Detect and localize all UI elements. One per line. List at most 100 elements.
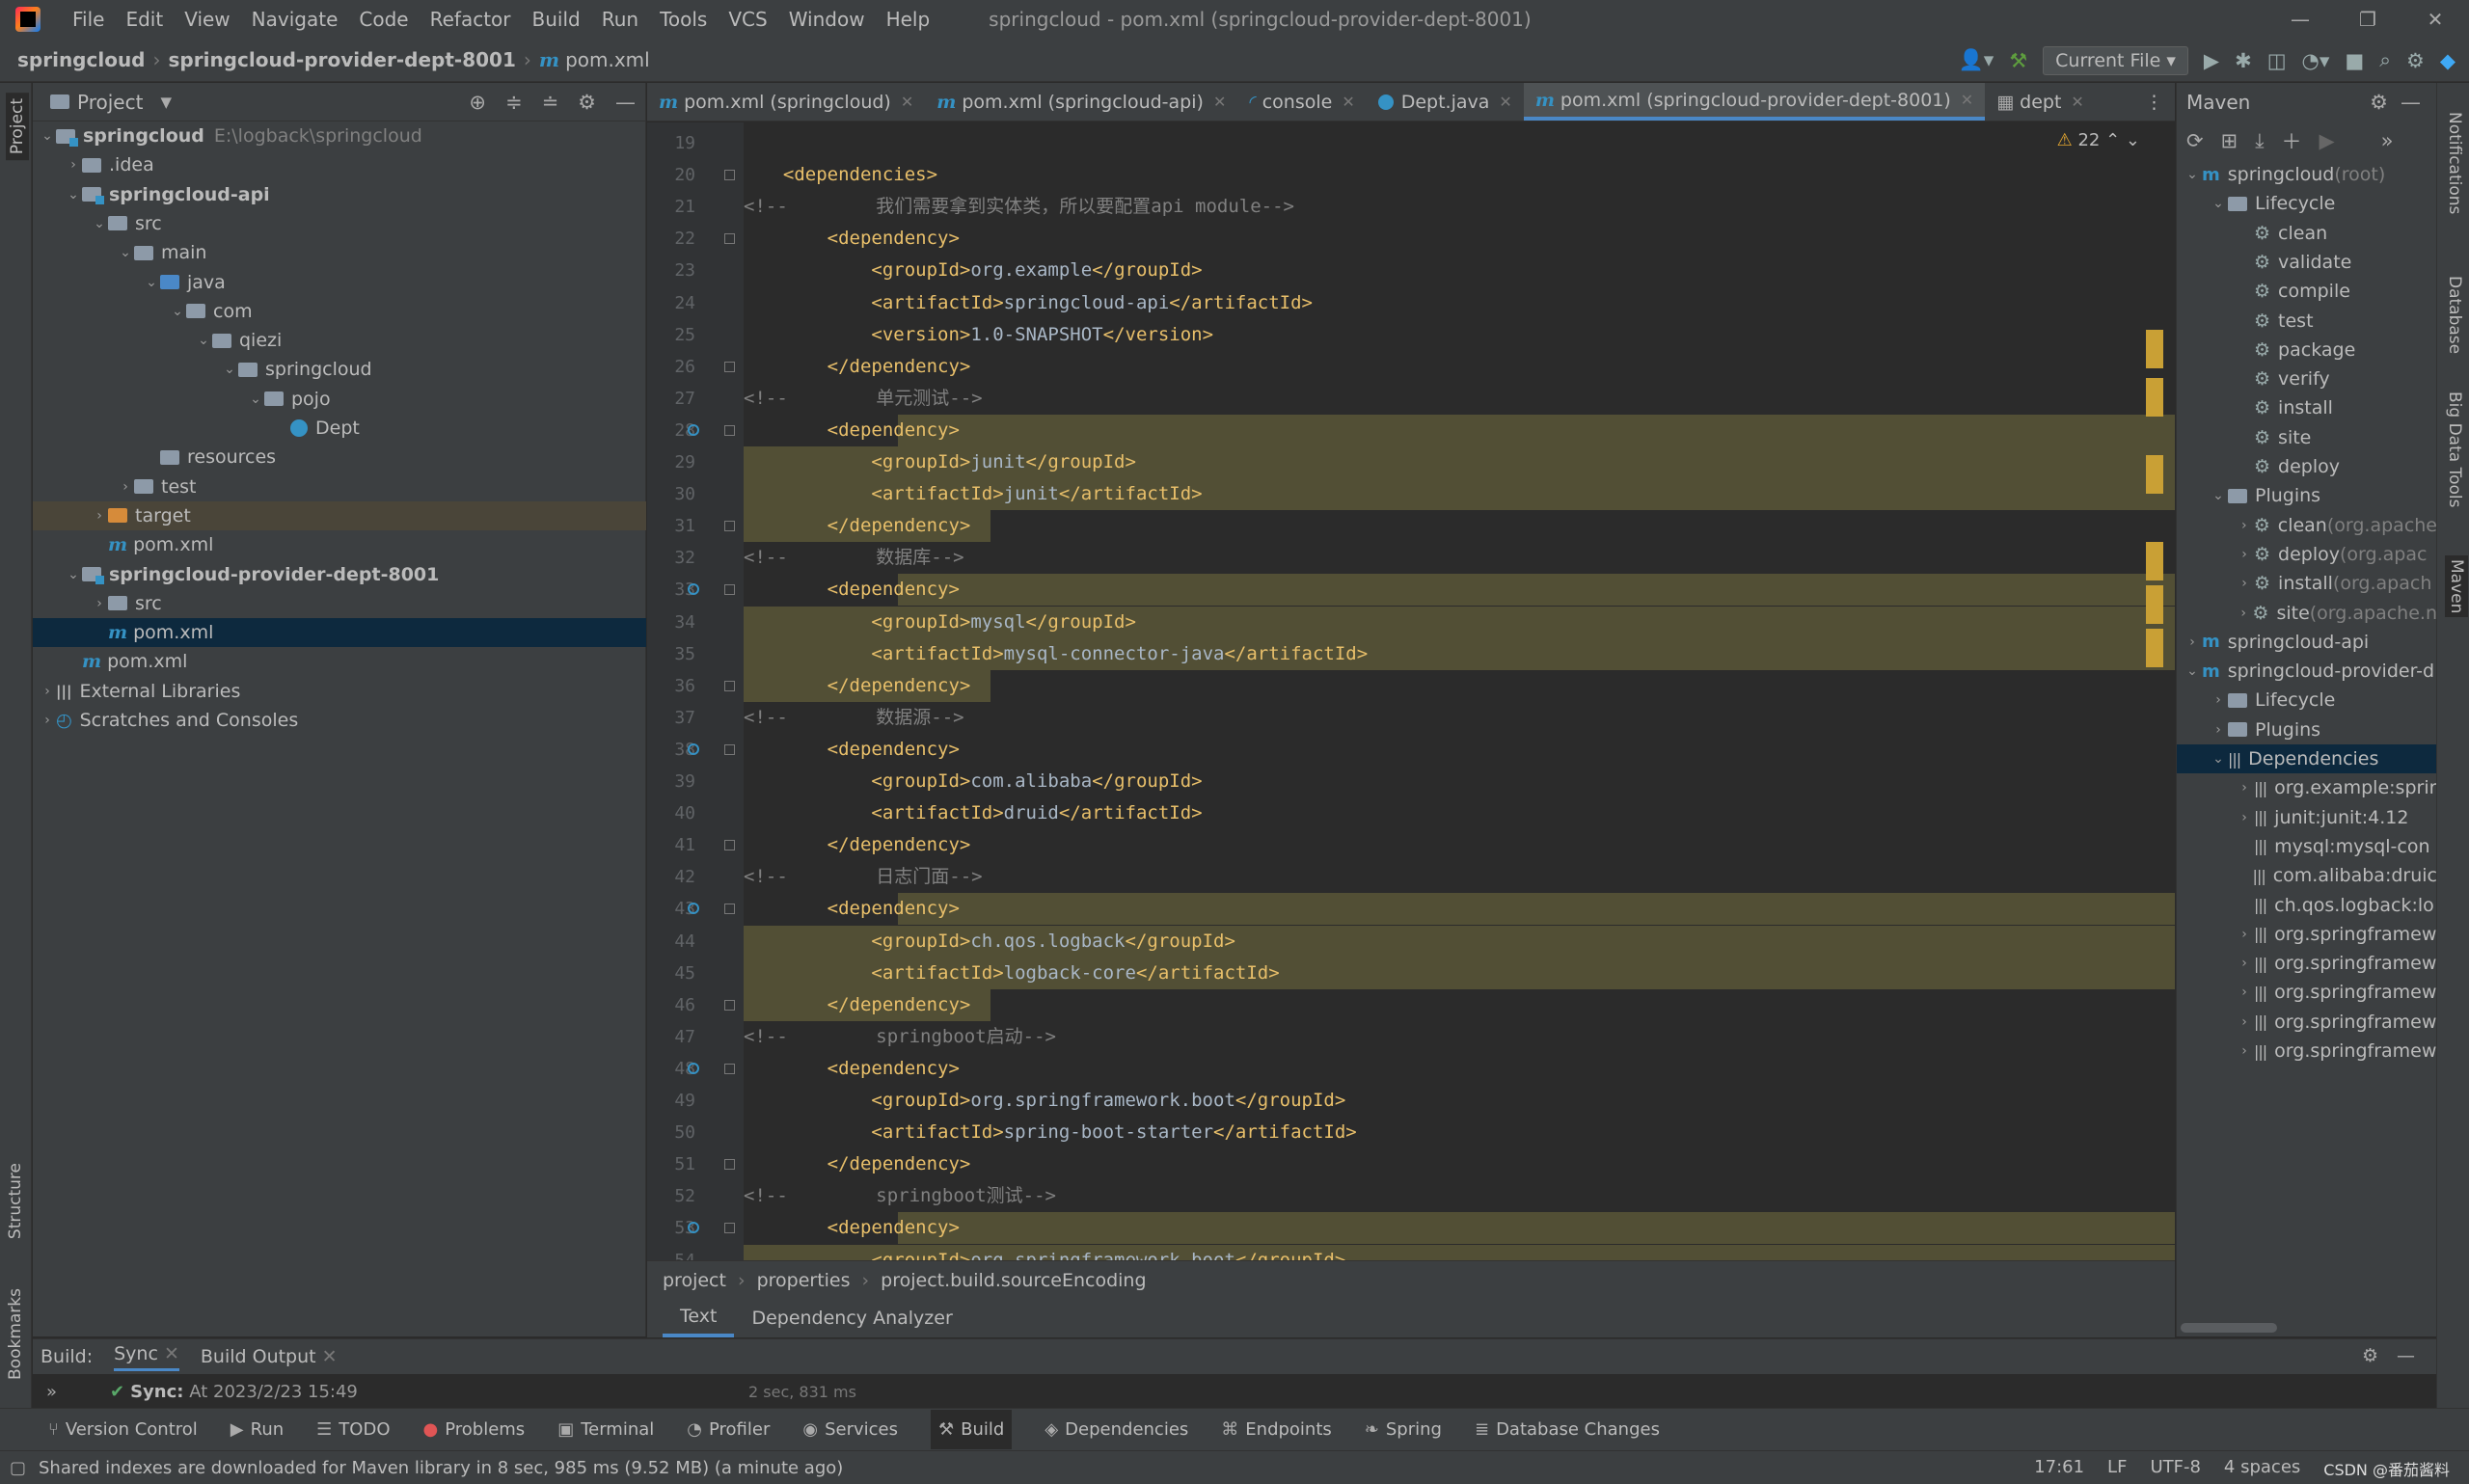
chevron-down-icon[interactable]: ⌄ bbox=[2126, 130, 2140, 150]
project-tree-item[interactable]: › src bbox=[33, 589, 646, 618]
close-icon[interactable]: ✕ bbox=[1213, 93, 1226, 111]
maven-tree-item[interactable]: ||| ch.qos.logback:lo bbox=[2177, 891, 2436, 920]
code-line[interactable]: </dependency> bbox=[744, 989, 2175, 1021]
minimize-icon[interactable]: — bbox=[2266, 0, 2334, 39]
maven-tree-item[interactable]: ⚙ verify bbox=[2177, 364, 2436, 393]
code-line[interactable]: <groupId>mysql</groupId> bbox=[744, 607, 2175, 638]
code-line[interactable]: <groupId>com.alibaba</groupId> bbox=[744, 766, 2175, 797]
tool-window-terminal[interactable]: ▣ Terminal bbox=[557, 1419, 654, 1440]
build-sync-row[interactable]: » ✔ Sync: At 2023/2/23 15:49 2 sec, 831 … bbox=[33, 1374, 2436, 1409]
profile-icon[interactable]: ◔▾ bbox=[2302, 49, 2330, 72]
run-config-select[interactable]: Current File ▾ bbox=[2043, 45, 2188, 75]
settings-gear-icon[interactable]: ⚙ bbox=[2406, 49, 2425, 72]
fold-icon[interactable] bbox=[724, 840, 735, 851]
code-line[interactable]: <!-- 数据库--> bbox=[744, 542, 2175, 574]
indent-setting[interactable]: 4 spaces bbox=[2224, 1457, 2300, 1480]
stop-icon[interactable]: ■ bbox=[2345, 49, 2364, 72]
close-icon[interactable]: ✕ bbox=[164, 1343, 179, 1364]
caret-position[interactable]: 17:61 bbox=[2034, 1457, 2084, 1480]
chevron-right-icon[interactable]: › bbox=[39, 713, 56, 728]
code-line[interactable]: <!-- springboot启动--> bbox=[744, 1021, 2175, 1053]
fold-icon[interactable] bbox=[724, 424, 735, 436]
editor-tab[interactable]: m pom.xml (springcloud-api) ✕ bbox=[925, 83, 1237, 121]
code-line[interactable]: <!-- 日志门面--> bbox=[744, 861, 2175, 893]
notifications-stripe-button[interactable]: Notifications bbox=[2445, 112, 2464, 214]
tool-window-build[interactable]: ⚒ Build bbox=[931, 1410, 1013, 1449]
editor-tab[interactable]: ◜ console ✕ bbox=[1237, 83, 1366, 121]
code-line[interactable]: </dependency> bbox=[744, 670, 2175, 702]
editor-tab[interactable]: Dept.java ✕ bbox=[1367, 83, 1524, 121]
maven-tree-item[interactable]: ⚙ install bbox=[2177, 393, 2436, 422]
fold-icon[interactable] bbox=[724, 1223, 735, 1234]
maven-tree-item[interactable]: › ||| org.springframew bbox=[2177, 949, 2436, 978]
coverage-icon[interactable]: ◫ bbox=[2267, 49, 2287, 72]
code-line[interactable]: <!-- springboot测试--> bbox=[744, 1180, 2175, 1212]
maven-horizontal-scrollbar[interactable] bbox=[2181, 1323, 2277, 1333]
tab-dependency-analyzer[interactable]: Dependency Analyzer bbox=[734, 1299, 969, 1337]
chevron-right-icon[interactable]: › bbox=[2235, 518, 2254, 533]
chevron-right-icon[interactable]: › bbox=[91, 508, 108, 524]
status-message[interactable]: Shared indexes are downloaded for Maven … bbox=[39, 1458, 843, 1478]
code-line[interactable]: <artifactId>logback-core</artifactId> bbox=[744, 958, 2175, 989]
editor-tab[interactable]: ▦ dept ✕ bbox=[1985, 83, 2096, 121]
fold-icon[interactable] bbox=[724, 233, 735, 245]
code-line[interactable]: <dependency> bbox=[744, 893, 2175, 925]
implementation-marker-icon[interactable] bbox=[688, 583, 699, 596]
maven-tree-item[interactable]: ⌄ Lifecycle bbox=[2177, 189, 2436, 218]
code-line[interactable]: <groupId>org.example</groupId> bbox=[744, 255, 2175, 286]
big-data-tools-stripe-button[interactable]: Big Data Tools bbox=[2445, 391, 2464, 507]
project-tree-item[interactable]: ⌄ pojo bbox=[33, 385, 646, 414]
project-tree-item[interactable]: › test bbox=[33, 472, 646, 501]
maven-tree-item[interactable]: ||| com.alibaba:druic bbox=[2177, 861, 2436, 890]
project-tree-item[interactable]: resources bbox=[33, 443, 646, 472]
maven-tree-item[interactable]: › ⚙ site (org.apache.n bbox=[2177, 599, 2436, 628]
chevron-down-icon[interactable]: ⌄ bbox=[143, 275, 160, 290]
code-line[interactable]: <groupId>ch.qos.logback</groupId> bbox=[744, 926, 2175, 958]
code-line[interactable]: <dependencies> bbox=[744, 159, 2175, 191]
project-tree-item[interactable]: m pom.xml bbox=[33, 618, 646, 648]
hide-icon[interactable]: — bbox=[615, 91, 636, 114]
code-line[interactable]: <dependency> bbox=[744, 1053, 2175, 1085]
expand-icon[interactable]: » bbox=[46, 1382, 57, 1402]
tab-text[interactable]: Text bbox=[663, 1299, 735, 1337]
code-line[interactable]: <!-- 我们需要拿到实体类，所以要配置api module--> bbox=[744, 191, 2175, 223]
tool-window-endpoints[interactable]: ⌘ Endpoints bbox=[1221, 1419, 1332, 1440]
chevron-right-icon[interactable]: › bbox=[2209, 722, 2228, 738]
more-tabs-icon[interactable]: ⋮ bbox=[2133, 83, 2175, 121]
project-tree-item[interactable]: ⌄ springcloud-api bbox=[33, 180, 646, 209]
project-tree-item[interactable]: ⌄ springcloud bbox=[33, 355, 646, 384]
editor-tab[interactable]: m pom.xml (springcloud) ✕ bbox=[647, 83, 925, 121]
database-stripe-button[interactable]: Database bbox=[2445, 276, 2464, 354]
chevron-down-icon[interactable]: ⌄ bbox=[169, 304, 186, 319]
maven-tree-item[interactable]: ⚙ deploy bbox=[2177, 452, 2436, 481]
close-icon[interactable]: ✕ bbox=[322, 1346, 338, 1367]
hide-icon[interactable]: — bbox=[2401, 91, 2421, 114]
close-icon[interactable]: ✕ bbox=[1342, 93, 1354, 111]
maven-tree-item[interactable]: ⌄ ||| Dependencies bbox=[2177, 744, 2436, 773]
chevron-down-icon[interactable]: ▼ bbox=[160, 94, 172, 111]
menu-vcs[interactable]: VCS bbox=[718, 8, 777, 31]
close-icon[interactable]: ✕ bbox=[2071, 93, 2083, 111]
code-line[interactable]: </dependency> bbox=[744, 351, 2175, 383]
code-line[interactable]: <artifactId>mysql-connector-java</artifa… bbox=[744, 638, 2175, 670]
tool-window-services[interactable]: ◉ Services bbox=[802, 1419, 898, 1440]
project-tree-item[interactable]: › ◴ Scratches and Consoles bbox=[33, 706, 646, 735]
project-tree-item[interactable]: ⌄ main bbox=[33, 238, 646, 267]
maven-tree-item[interactable]: › ||| junit:junit:4.12 bbox=[2177, 803, 2436, 832]
code-line[interactable]: <version>1.0-SNAPSHOT</version> bbox=[744, 319, 2175, 351]
fold-icon[interactable] bbox=[724, 680, 735, 691]
chevron-down-icon[interactable]: ⌄ bbox=[91, 216, 108, 231]
chevron-down-icon[interactable]: ⌄ bbox=[2209, 488, 2228, 503]
implementation-marker-icon[interactable] bbox=[688, 1062, 699, 1074]
project-tree-item[interactable]: ⌄ springcloud-provider-dept-8001 bbox=[33, 560, 646, 589]
chevron-right-icon[interactable]: › bbox=[117, 479, 134, 495]
code-editor[interactable]: 19 20 21 22 23 24 25 26 27 28 29 30 31 32 33 34 35 36 37 38… bbox=[647, 122, 2175, 1260]
code-line[interactable]: <dependency> bbox=[744, 415, 2175, 446]
chevron-up-icon[interactable]: ⌃ bbox=[2105, 130, 2120, 150]
chevron-down-icon[interactable]: ⌄ bbox=[65, 187, 82, 202]
close-icon[interactable]: ✕ bbox=[1499, 93, 1511, 111]
tool-window-problems[interactable]: ● Problems bbox=[423, 1419, 526, 1440]
maven-tree-item[interactable]: ⌄ m springcloud (root) bbox=[2177, 160, 2436, 189]
chevron-down-icon[interactable]: ⌄ bbox=[39, 128, 56, 144]
maven-tree-item[interactable]: › ||| org.springframew bbox=[2177, 920, 2436, 949]
